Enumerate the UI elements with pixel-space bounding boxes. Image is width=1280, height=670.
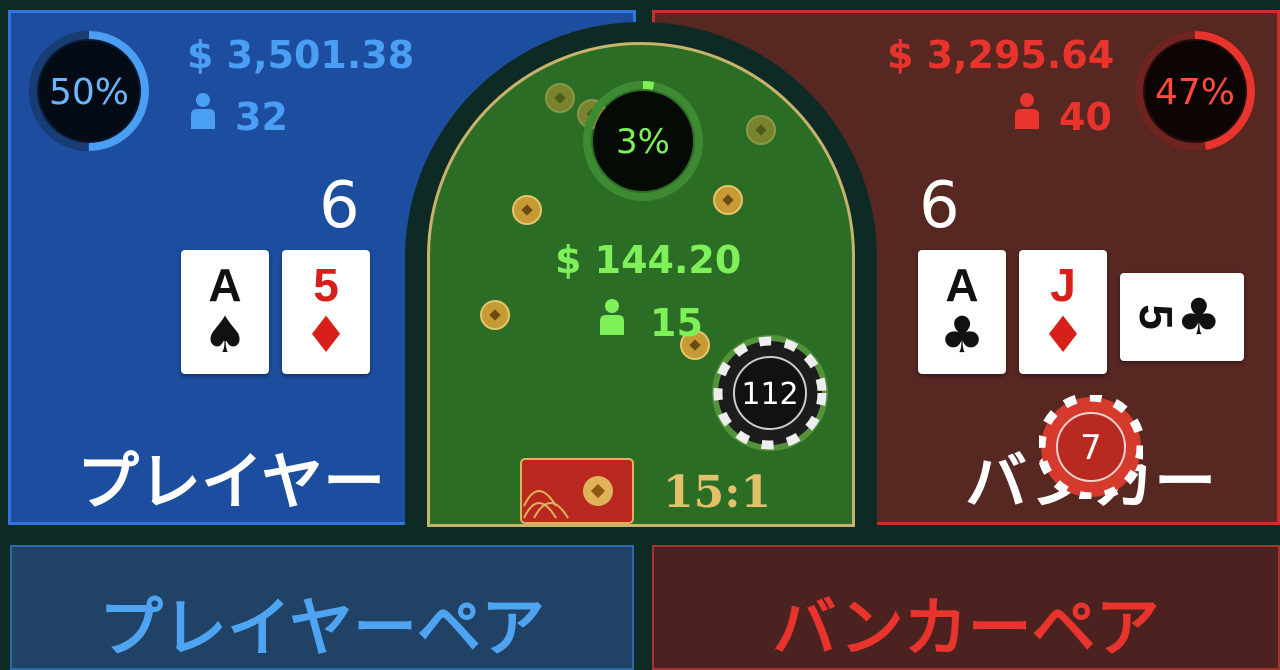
banker-pair-bet-area[interactable]: バンカーペア	[652, 545, 1280, 670]
player-percent: 50%	[49, 72, 129, 113]
person-icon	[1015, 93, 1039, 129]
player-total-bet: $ 3,501.38	[187, 33, 415, 77]
red-envelope-icon	[520, 458, 634, 524]
player-label: プレイヤー	[77, 445, 386, 518]
tie-percent-ring: 3%	[583, 81, 703, 201]
coin-icon	[713, 185, 743, 215]
player-pair-bet-area[interactable]: プレイヤーペア	[10, 545, 634, 670]
banker-card-3: 5 ♣	[1120, 273, 1244, 361]
banker-pair-label: バンカーペア	[772, 591, 1160, 666]
player-percent-ring: 50%	[29, 31, 149, 151]
tie-chip-value: 112	[741, 377, 798, 412]
tie-bet-area[interactable]: 3% $ 144.20 15 112 15:1	[427, 42, 855, 527]
coin-icon	[746, 115, 776, 145]
player-card-2: 5 ♦	[282, 250, 370, 374]
person-icon	[191, 93, 215, 129]
tie-bettor-count: 15	[650, 301, 703, 345]
banker-card-1: A ♣	[918, 250, 1006, 374]
coin-icon	[545, 83, 575, 113]
banker-bettor-count: 40	[1059, 95, 1112, 139]
banker-bet-chip: 7	[1039, 395, 1143, 499]
player-bettor-count: 32	[235, 95, 288, 139]
tie-payout: 15:1	[663, 467, 772, 518]
tie-bet-chip: 112	[712, 335, 828, 451]
tie-bet-frame: 3% $ 144.20 15 112 15:1	[405, 22, 877, 532]
tie-total-bet: $ 144.20	[555, 238, 742, 282]
banker-total-bet: $ 3,295.64	[887, 33, 1115, 77]
banker-score: 6	[919, 169, 960, 243]
player-card-1: A ♠	[181, 250, 269, 374]
player-pair-label: プレイヤーペア	[98, 591, 546, 666]
tie-percent: 3%	[616, 122, 670, 162]
coin-icon	[512, 195, 542, 225]
banker-percent: 47%	[1155, 72, 1235, 113]
coin-icon	[480, 300, 510, 330]
banker-percent-ring: 47%	[1135, 31, 1255, 151]
banker-card-2: J ♦	[1019, 250, 1107, 374]
banker-chip-value: 7	[1080, 428, 1102, 468]
player-score: 6	[319, 169, 360, 243]
person-icon	[600, 299, 624, 335]
